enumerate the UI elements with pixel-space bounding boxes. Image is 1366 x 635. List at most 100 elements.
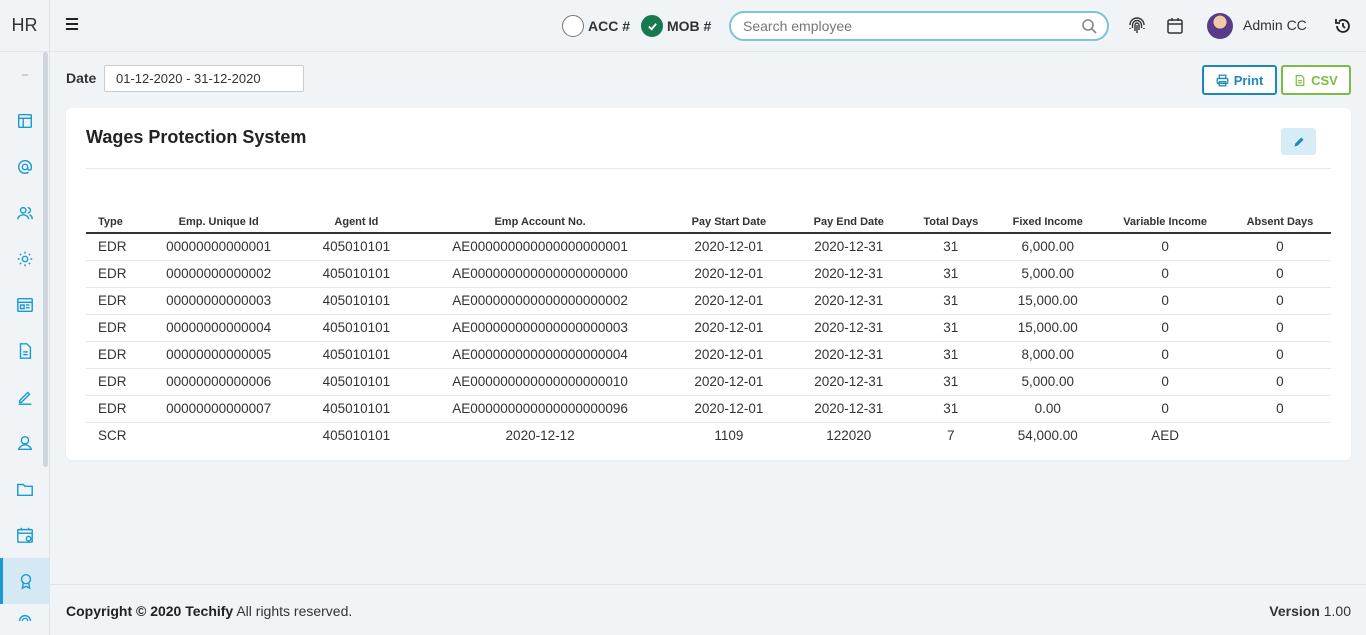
table-cell: 5,000.00 — [994, 368, 1102, 396]
table-cell: 00000000000004 — [137, 314, 301, 342]
sidebar-item-files[interactable] — [0, 466, 49, 512]
table-cell: 405010101 — [300, 368, 413, 396]
search-input[interactable] — [743, 13, 1073, 39]
sidebar-item-awards[interactable] — [0, 558, 49, 604]
calendar-icon[interactable] — [1165, 16, 1185, 36]
table-cell: 0.00 — [994, 395, 1102, 423]
table-cell: 0 — [1101, 287, 1229, 315]
sidebar-item-layout[interactable] — [0, 98, 49, 144]
table-cell: 5,000.00 — [994, 260, 1102, 288]
table-cell: 0 — [1101, 395, 1229, 423]
table-cell: 00000000000006 — [137, 368, 301, 396]
table-cell: 0 — [1228, 314, 1331, 342]
table-cell: 405010101 — [300, 314, 413, 342]
acc-radio[interactable] — [562, 15, 584, 37]
table-row: EDR 00000000000006 405010101 AE000000000000… — [86, 368, 1331, 396]
table-cell: EDR — [86, 341, 138, 369]
column-header: Emp. Unique Id — [137, 212, 301, 234]
table-body: EDR 00000000000001 405010101 AE000000000000… — [86, 233, 1331, 449]
sidebar-item-calendar[interactable] — [0, 512, 49, 558]
sidebar-item-edit[interactable] — [0, 374, 49, 420]
print-button[interactable]: Print — [1202, 65, 1277, 95]
fingerprint-icon[interactable] — [1127, 16, 1147, 36]
table-cell: AE000000000000000000003 — [412, 314, 668, 342]
table-cell: 31 — [907, 287, 995, 315]
sidebar-item-users[interactable] — [0, 190, 49, 236]
table-cell: 2020-12-31 — [790, 314, 908, 342]
layout-icon — [17, 113, 32, 129]
top-header: ACC # MOB # Admin CC — [50, 0, 1366, 52]
table-cell: 31 — [907, 368, 995, 396]
column-header: Type — [86, 212, 138, 234]
document-icon — [19, 343, 31, 359]
sidebar-item-dashboard[interactable] — [0, 282, 49, 328]
column-header: Total Days — [907, 212, 995, 234]
table-cell: AE000000000000000000002 — [412, 287, 668, 315]
checkmark-icon — [647, 22, 657, 31]
table-cell: 15,000.00 — [994, 314, 1102, 342]
table-cell: 405010101 — [322, 428, 391, 444]
edit-icon — [18, 391, 31, 405]
sidebar-item-profile[interactable] — [0, 420, 49, 466]
app-logo[interactable]: HR — [0, 0, 49, 52]
search-icon[interactable] — [1081, 18, 1097, 34]
table-cell: 2020-12-31 — [790, 368, 908, 396]
sidebar-item-settings[interactable] — [0, 236, 49, 282]
sidebar-item-brand[interactable] — [0, 52, 49, 98]
sidebar-item-attendance[interactable] — [0, 604, 49, 630]
table-cell: 00000000000001 — [137, 233, 301, 261]
table-cell: AED — [1151, 428, 1179, 444]
table-cell: 0 — [1228, 233, 1331, 261]
table-cell: 31 — [907, 233, 995, 261]
table-cell — [137, 422, 300, 449]
dashboard-icon — [16, 297, 33, 313]
avatar[interactable] — [1207, 13, 1233, 39]
acc-toggle[interactable]: ACC # — [562, 15, 630, 37]
pencil-icon — [1294, 137, 1303, 146]
table-cell: 0 — [1228, 341, 1331, 369]
date-range-input[interactable]: 01-12-2020 - 31-12-2020 — [104, 65, 304, 92]
sidebar-item-documents[interactable] — [0, 328, 49, 374]
table-cell: 00000000000005 — [137, 341, 301, 369]
table-cell: 00000000000003 — [137, 287, 301, 315]
history-icon[interactable] — [1333, 16, 1353, 36]
fingerprint-icon — [18, 614, 31, 622]
wps-table: Type Emp. Unique Id Agent Id Emp Account No… — [86, 212, 1331, 449]
settings-icon — [17, 251, 32, 267]
table-cell: 0 — [1228, 287, 1331, 315]
table-row: EDR 00000000000005 405010101 AE000000000000… — [86, 341, 1331, 369]
column-header: Pay End Date — [790, 212, 908, 234]
wps-card: Wages Protection System Type Emp. Unique … — [66, 108, 1351, 460]
table-cell: EDR — [86, 314, 138, 342]
table-row: SCR 405010101 2020-12-12 1109 122020 7 54,000.… — [86, 422, 1331, 449]
column-header: Fixed Income — [994, 212, 1102, 234]
table-cell: 2020-12-12 — [505, 428, 575, 444]
table-row: EDR 00000000000004 405010101 AE000000000000… — [86, 314, 1331, 342]
table-cell: 405010101 — [300, 287, 413, 315]
user-name[interactable]: Admin CC — [1243, 17, 1307, 33]
copyright-bold: Copyright © 2020 Techify — [66, 603, 234, 619]
version-label: Version — [1269, 603, 1320, 619]
table-cell: 2020-12-31 — [790, 233, 908, 261]
print-label: Print — [1233, 72, 1264, 88]
mob-radio[interactable] — [641, 15, 663, 37]
edit-button[interactable] — [1281, 128, 1316, 155]
table-cell: 0 — [1101, 314, 1229, 342]
csv-button[interactable]: CSV — [1281, 65, 1351, 95]
award-icon — [20, 573, 32, 590]
at-icon — [17, 159, 32, 174]
table-cell: 2020-12-31 — [790, 260, 908, 288]
sidebar-item-email[interactable] — [0, 144, 49, 190]
mob-toggle[interactable]: MOB # — [641, 15, 711, 37]
sidebar-scrollbar[interactable] — [43, 52, 48, 467]
table-cell: 7 — [947, 428, 955, 444]
table-header-row: Type Emp. Unique Id Agent Id Emp Account No… — [86, 212, 1331, 234]
table-cell: 00000000000007 — [137, 395, 301, 423]
menu-toggle-icon[interactable] — [66, 18, 78, 33]
table-cell: 2020-12-01 — [667, 368, 791, 396]
table-cell: 0 — [1101, 260, 1229, 288]
table-cell: 0 — [1101, 341, 1229, 369]
table-cell: 2020-12-01 — [667, 314, 791, 342]
table-cell: EDR — [86, 368, 138, 396]
table-cell: 31 — [907, 260, 995, 288]
